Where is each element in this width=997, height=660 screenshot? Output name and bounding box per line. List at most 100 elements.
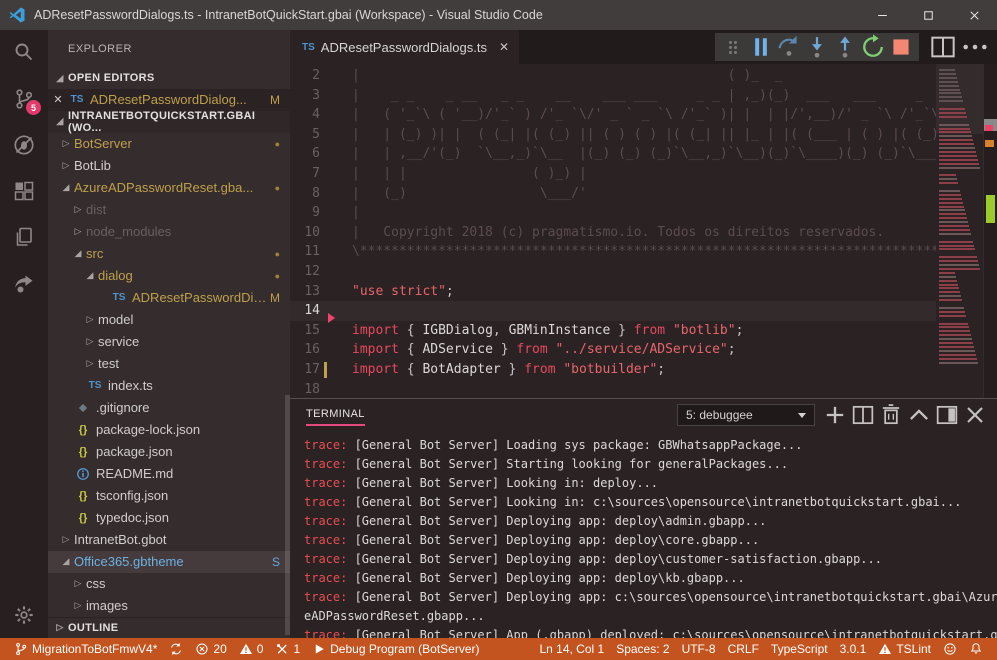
activity-item-share[interactable] (0, 260, 48, 306)
chevron-collapsed-icon (82, 358, 98, 369)
maximize-panel-button[interactable] (905, 402, 933, 428)
status-git-branch[interactable]: MigrationToBotFmwV4* (8, 638, 163, 660)
tree-item-package-json[interactable]: {}package.json (48, 441, 290, 463)
tree-item-test[interactable]: test (48, 353, 290, 375)
tree-item-office365-gbtheme[interactable]: Office365.gbthemeS (48, 551, 290, 573)
status-tasks[interactable]: 1 (269, 638, 306, 660)
modified-badge: M (270, 291, 290, 305)
split-editor-button[interactable] (927, 34, 959, 60)
code-editor[interactable]: 2| ( )_ _ |3| _ _ _ __ _ _ __ ___ ___ _ … (290, 64, 997, 398)
tab-terminal[interactable]: TERMINAL (306, 408, 365, 426)
tree-item-model[interactable]: model (48, 309, 290, 331)
gitignore-icon (74, 401, 92, 415)
minimap-line (939, 354, 976, 356)
warning-marker (985, 140, 994, 147)
tab-close-icon[interactable]: ✕ (499, 40, 509, 54)
line-number: 12 (290, 262, 320, 282)
tree-item-dialog[interactable]: dialog● (48, 265, 290, 287)
explorer-sidebar: EXPLORER OPEN EDITORS ✕TSADResetPassword… (48, 30, 290, 638)
status-warnings[interactable]: 0 (233, 638, 270, 660)
code-line-5: 5| | (_) )| | ( (_| |( (_) || ( ) ( ) |(… (290, 125, 936, 145)
sidebar-scrollbar[interactable] (285, 395, 290, 635)
workspace-header[interactable]: INTRANETBOTQUICKSTART.GBAI (WO... (48, 111, 290, 133)
tree-item-botlib[interactable]: BotLib (48, 155, 290, 177)
status-tslint[interactable]: TSLint (872, 638, 937, 660)
terminal-output[interactable]: trace: [General Bot Server] Loading sys … (290, 431, 997, 638)
code-line-7: 7| | | ( )_) | | (290, 164, 936, 184)
kill-terminal-button[interactable] (877, 402, 905, 428)
tree-item-package-lock-json[interactable]: {}package-lock.json (48, 419, 290, 441)
terminal-select[interactable]: 5: debuggee (677, 404, 815, 426)
pause-button[interactable] (747, 34, 775, 60)
status-cursor-position[interactable]: Ln 14, Col 1 (533, 638, 610, 660)
line-number: 17 (290, 360, 320, 380)
minimap-line (939, 108, 965, 110)
move-panel-button[interactable] (933, 402, 961, 428)
stop-button[interactable] (887, 34, 915, 60)
tree-item-tsconfig-json[interactable]: {}tsconfig.json (48, 485, 290, 507)
tree-item-images[interactable]: images (48, 595, 290, 617)
tree-item-label: ADResetPasswordDial... (132, 290, 270, 305)
tree-item-src[interactable]: src● (48, 243, 290, 265)
close-icon[interactable]: ✕ (48, 93, 68, 106)
minimap-line (939, 311, 965, 313)
json-file-icon: {} (74, 424, 92, 436)
activity-item-source-control[interactable]: 5 (0, 76, 48, 122)
tree-item-index-ts[interactable]: TSindex.ts (48, 375, 290, 397)
close-panel-button[interactable] (961, 402, 989, 428)
code-text: import { BotAdapter } from "botbuilder"; (320, 360, 665, 380)
outline-header[interactable]: OUTLINE (48, 617, 290, 638)
open-editor-item[interactable]: ✕TSADResetPasswordDialog...M (48, 89, 290, 111)
tree-item-botserver[interactable]: BotServer● (48, 133, 290, 155)
step-over-button[interactable] (775, 34, 803, 60)
split-terminal-button[interactable] (849, 402, 877, 428)
tree-item-label: BotLib (74, 158, 111, 173)
status-language[interactable]: TypeScript (765, 638, 834, 660)
tree-item-readme-md[interactable]: README.md (48, 463, 290, 485)
status-eol[interactable]: CRLF (722, 638, 765, 660)
status-errors[interactable]: 20 (189, 638, 232, 660)
activity-item-settings[interactable] (0, 592, 48, 638)
modified-dot-badge: ● (275, 183, 290, 193)
ts-file-icon: TS (68, 94, 86, 105)
maximize-button[interactable] (905, 0, 951, 30)
open-editors-header[interactable]: OPEN EDITORS (48, 68, 290, 89)
tree-item--gitignore[interactable]: .gitignore (48, 397, 290, 419)
tree-item-dist[interactable]: dist (48, 199, 290, 221)
chevron-collapsed-icon (82, 314, 98, 325)
status-feedback[interactable] (937, 638, 963, 660)
status-notifications[interactable] (963, 638, 989, 660)
minimap[interactable] (936, 64, 983, 398)
more-actions-button[interactable] (959, 34, 991, 60)
activity-item-pages[interactable] (0, 214, 48, 260)
line-number: 6 (290, 144, 320, 164)
tree-item-css[interactable]: css (48, 573, 290, 595)
activity-item-search[interactable] (0, 30, 48, 76)
tree-item-service[interactable]: service (48, 331, 290, 353)
status-ts-version[interactable]: 3.0.1 (834, 638, 873, 660)
step-out-button[interactable] (831, 34, 859, 60)
tree-item-node-modules[interactable]: node_modules (48, 221, 290, 243)
status-indentation[interactable]: Spaces: 2 (610, 638, 675, 660)
close-button[interactable] (951, 0, 997, 30)
terminal-line: trace: [General Bot Server] Deploying ap… (304, 588, 983, 607)
tree-item-typedoc-json[interactable]: {}typedoc.json (48, 507, 290, 529)
drag-grip-button[interactable] (719, 34, 747, 60)
overview-ruler[interactable] (983, 64, 997, 398)
tab-adresetpassworddialogs[interactable]: TS ADResetPasswordDialogs.ts ✕ (290, 30, 519, 64)
status-debug-launch[interactable]: Debug Program (BotServer) (306, 638, 485, 660)
tree-item-adresetpassworddial-[interactable]: TSADResetPasswordDial...M (48, 287, 290, 309)
activity-item-extensions[interactable] (0, 168, 48, 214)
minimize-button[interactable] (859, 0, 905, 30)
tree-item-intranetbot-gbot[interactable]: IntranetBot.gbot (48, 529, 290, 551)
tree-item-label: src (86, 246, 103, 261)
code-text: | Copyright 2018 (c) pragmatismo.io. Tod… (320, 223, 936, 243)
status-sync[interactable] (163, 638, 189, 660)
status-encoding[interactable]: UTF-8 (676, 638, 722, 660)
minimap-line (939, 112, 966, 114)
new-terminal-button[interactable] (821, 402, 849, 428)
activity-item-debug[interactable] (0, 122, 48, 168)
tree-item-azureadpasswordreset-gba-[interactable]: AzureADPasswordReset.gba...● (48, 177, 290, 199)
restart-button[interactable] (859, 34, 887, 60)
step-into-button[interactable] (803, 34, 831, 60)
